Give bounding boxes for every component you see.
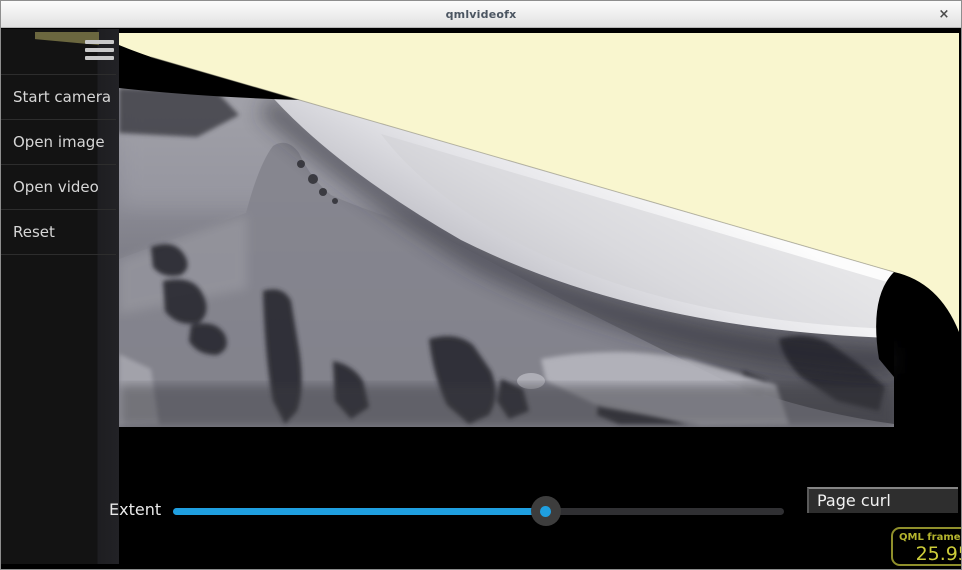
window-title: qmlvideofx xyxy=(446,8,517,21)
sidebar: Start camera Open image Open video Reset xyxy=(1,29,119,564)
sidebar-item-open-video[interactable]: Open video xyxy=(1,165,116,210)
fps-value: 25.95 xyxy=(899,543,961,565)
hamburger-icon[interactable] xyxy=(85,40,114,64)
titlebar[interactable]: qmlvideofx × xyxy=(1,1,961,28)
sidebar-menu: Start camera Open image Open video Reset xyxy=(1,74,116,255)
effect-selector-button[interactable]: Page curl xyxy=(807,487,958,513)
slider-handle[interactable] xyxy=(531,496,561,526)
fps-overlay: QML frame r... 25.95 xyxy=(891,527,961,566)
fps-label: QML frame r... xyxy=(899,532,961,543)
extent-slider[interactable] xyxy=(173,496,784,526)
slider-handle-dot xyxy=(540,506,551,517)
app-window: qmlvideofx × xyxy=(0,0,962,570)
close-icon[interactable]: × xyxy=(931,1,957,28)
sidebar-item-open-image[interactable]: Open image xyxy=(1,120,116,165)
sidebar-item-reset[interactable]: Reset xyxy=(1,210,116,255)
extent-label: Extent xyxy=(109,500,161,519)
slider-fill xyxy=(173,508,546,515)
sidebar-item-start-camera[interactable]: Start camera xyxy=(1,75,116,120)
content-area: Start camera Open image Open video Reset… xyxy=(1,29,961,569)
